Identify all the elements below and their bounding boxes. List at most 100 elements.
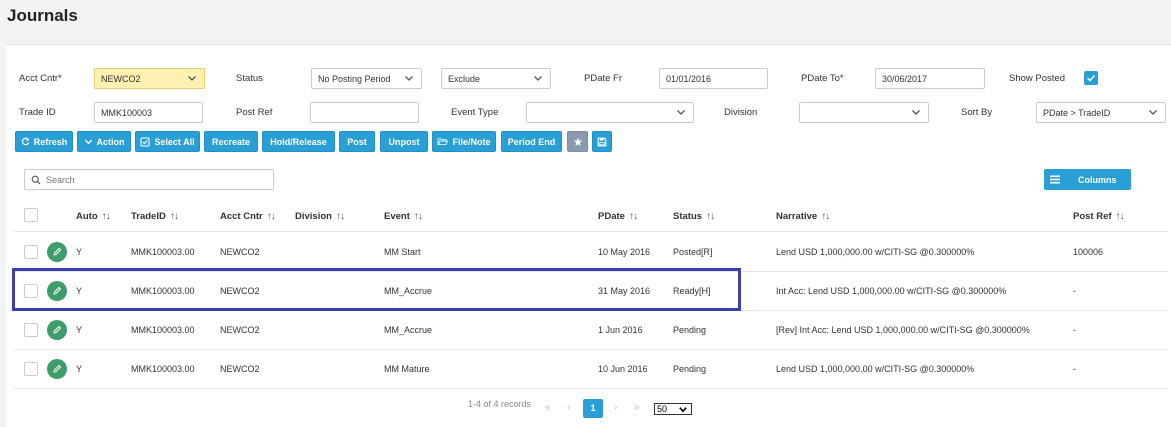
- page-number-button[interactable]: 1: [583, 399, 603, 418]
- sort-by-select[interactable]: PDate > TradeID: [1036, 102, 1166, 123]
- refresh-button[interactable]: Refresh: [15, 131, 73, 152]
- division-select[interactable]: [799, 102, 929, 123]
- column-header-post-ref[interactable]: Post Ref ↑↓: [1073, 211, 1125, 222]
- pdate-fr-label: PDate Fr: [584, 73, 623, 84]
- trade-id-value: MMK100003: [101, 107, 153, 118]
- edit-button[interactable]: [47, 242, 67, 262]
- pagination-summary: 1-4 of 4 records: [468, 399, 532, 409]
- column-header-trade-id[interactable]: TradeID ↑↓: [131, 211, 179, 222]
- cell-narrative: Lend USD 1,000,000.00 w/CITI-SG @0.30000…: [776, 364, 975, 374]
- sort-icon: ↑↓: [413, 211, 423, 222]
- exclude-select[interactable]: Exclude: [441, 68, 551, 89]
- trade-id-input[interactable]: MMK100003: [94, 102, 203, 123]
- cell-acct-cntr: NEWCO2: [220, 247, 260, 257]
- column-header-status[interactable]: Status ↑↓: [673, 211, 715, 222]
- acct-cntr-label: Acct Cntr*: [19, 73, 62, 84]
- page-title: Journals: [7, 6, 78, 25]
- edit-button[interactable]: [47, 320, 67, 340]
- search-input[interactable]: [46, 174, 256, 185]
- unpost-button[interactable]: Unpost: [380, 131, 428, 152]
- column-header-pdate[interactable]: PDate ↑↓: [598, 211, 638, 222]
- cell-trade-id: MMK100003.00: [131, 325, 195, 335]
- next-page-icon[interactable]: ›: [614, 402, 617, 413]
- chevron-down-icon: [911, 107, 921, 117]
- file-note-button[interactable]: File/Note: [432, 131, 496, 152]
- event-type-select[interactable]: [526, 102, 694, 123]
- cell-post-ref: 100006: [1073, 247, 1104, 257]
- post-label: Post: [347, 136, 367, 147]
- event-type-label: Event Type: [451, 107, 499, 118]
- select-all-label: Select All: [154, 136, 195, 147]
- cell-pdate: 10 Jun 2016: [598, 364, 648, 374]
- cell-event: MM Mature: [384, 364, 430, 374]
- prev-page-icon[interactable]: ‹: [567, 402, 570, 413]
- cell-auto: Y: [76, 364, 83, 374]
- show-posted-checkbox[interactable]: [1084, 71, 1098, 85]
- sort-icon: ↑↓: [335, 211, 345, 222]
- last-page-icon[interactable]: »: [634, 402, 640, 413]
- select-all-button[interactable]: Select All: [135, 131, 200, 152]
- column-header-auto[interactable]: Auto ↑↓: [76, 211, 111, 222]
- column-header-acct-cntr[interactable]: Acct Cntr ↑↓: [220, 211, 276, 222]
- pdate-to-value: 30/06/2017: [882, 73, 928, 84]
- page-size-select[interactable]: 50: [654, 403, 692, 415]
- hold-release-button[interactable]: Hold/Release: [262, 131, 335, 152]
- table-row[interactable]: Y MMK100003.00 NEWCO2 MM_Accrue 1 Jun 20…: [14, 311, 1168, 350]
- cell-narrative: [Rev] Int Acc: Lend USD 1,000,000.00 w/C…: [776, 325, 1030, 335]
- cell-post-ref: -: [1073, 286, 1076, 296]
- recreate-button[interactable]: Recreate: [204, 131, 258, 152]
- column-header-event[interactable]: Event ↑↓: [384, 211, 423, 222]
- pdate-fr-input[interactable]: 01/01/2016: [659, 68, 768, 89]
- columns-button[interactable]: Columns: [1044, 169, 1131, 190]
- list-icon: [1050, 175, 1060, 184]
- status-select[interactable]: No Posting Period: [311, 68, 422, 89]
- cell-acct-cntr: NEWCO2: [220, 364, 260, 374]
- row-checkbox[interactable]: [24, 323, 38, 337]
- sort-icon: ↑↓: [266, 211, 276, 222]
- chevron-down-icon: [679, 407, 687, 413]
- cell-auto: Y: [76, 247, 83, 257]
- search-box[interactable]: [24, 169, 274, 190]
- acct-cntr-value: NEWCO2: [101, 73, 141, 84]
- action-button[interactable]: Action: [77, 131, 131, 152]
- cell-pdate: 1 Jun 2016: [598, 325, 643, 335]
- table-row[interactable]: Y MMK100003.00 NEWCO2 MM Start 10 May 20…: [14, 233, 1168, 272]
- pdate-to-label: PDate To*: [801, 73, 844, 84]
- pdate-fr-value: 01/01/2016: [666, 73, 712, 84]
- pdate-to-input[interactable]: 30/06/2017: [875, 68, 985, 89]
- status-value: No Posting Period: [318, 73, 391, 84]
- sort-icon: ↑↓: [1115, 211, 1125, 222]
- sort-icon: ↑↓: [101, 211, 111, 222]
- division-label: Division: [724, 107, 758, 118]
- cell-status: Pending: [673, 325, 707, 335]
- period-end-button[interactable]: Period End: [501, 131, 562, 152]
- sort-icon: ↑↓: [821, 211, 830, 222]
- first-page-icon[interactable]: «: [545, 402, 551, 413]
- row-checkbox[interactable]: [24, 245, 38, 259]
- hold-release-label: Hold/Release: [270, 136, 327, 147]
- sort-by-value: PDate > TradeID: [1043, 107, 1111, 118]
- select-all-rows-checkbox[interactable]: [24, 208, 38, 222]
- column-header-division[interactable]: Division ↑↓: [295, 211, 345, 222]
- period-end-label: Period End: [507, 136, 556, 147]
- row-checkbox[interactable]: [24, 362, 38, 376]
- chevron-down-icon: [84, 139, 92, 145]
- favorite-button[interactable]: [567, 131, 588, 152]
- edit-button[interactable]: [47, 359, 67, 379]
- exclude-value: Exclude: [448, 73, 481, 84]
- unpost-label: Unpost: [388, 136, 420, 147]
- post-ref-label: Post Ref: [236, 107, 273, 118]
- sort-icon: ↑↓: [706, 211, 715, 222]
- show-posted-label: Show Posted: [1009, 73, 1065, 84]
- sort-icon: ↑↓: [169, 211, 179, 222]
- column-header-narrative[interactable]: Narrative ↑↓: [776, 211, 830, 222]
- table-row[interactable]: Y MMK100003.00 NEWCO2 MM Mature 10 Jun 2…: [14, 350, 1168, 389]
- cell-event: MM Start: [384, 247, 421, 257]
- chevron-down-icon: [187, 73, 197, 83]
- post-button[interactable]: Post: [339, 131, 375, 152]
- cell-event: MM_Accrue: [384, 325, 433, 335]
- save-button[interactable]: [592, 131, 612, 152]
- post-ref-input[interactable]: [310, 102, 419, 123]
- cell-narrative: Int Acc: Lend USD 1,000,000.00 w/CITI-SG…: [776, 286, 1007, 296]
- acct-cntr-select[interactable]: NEWCO2: [94, 68, 205, 89]
